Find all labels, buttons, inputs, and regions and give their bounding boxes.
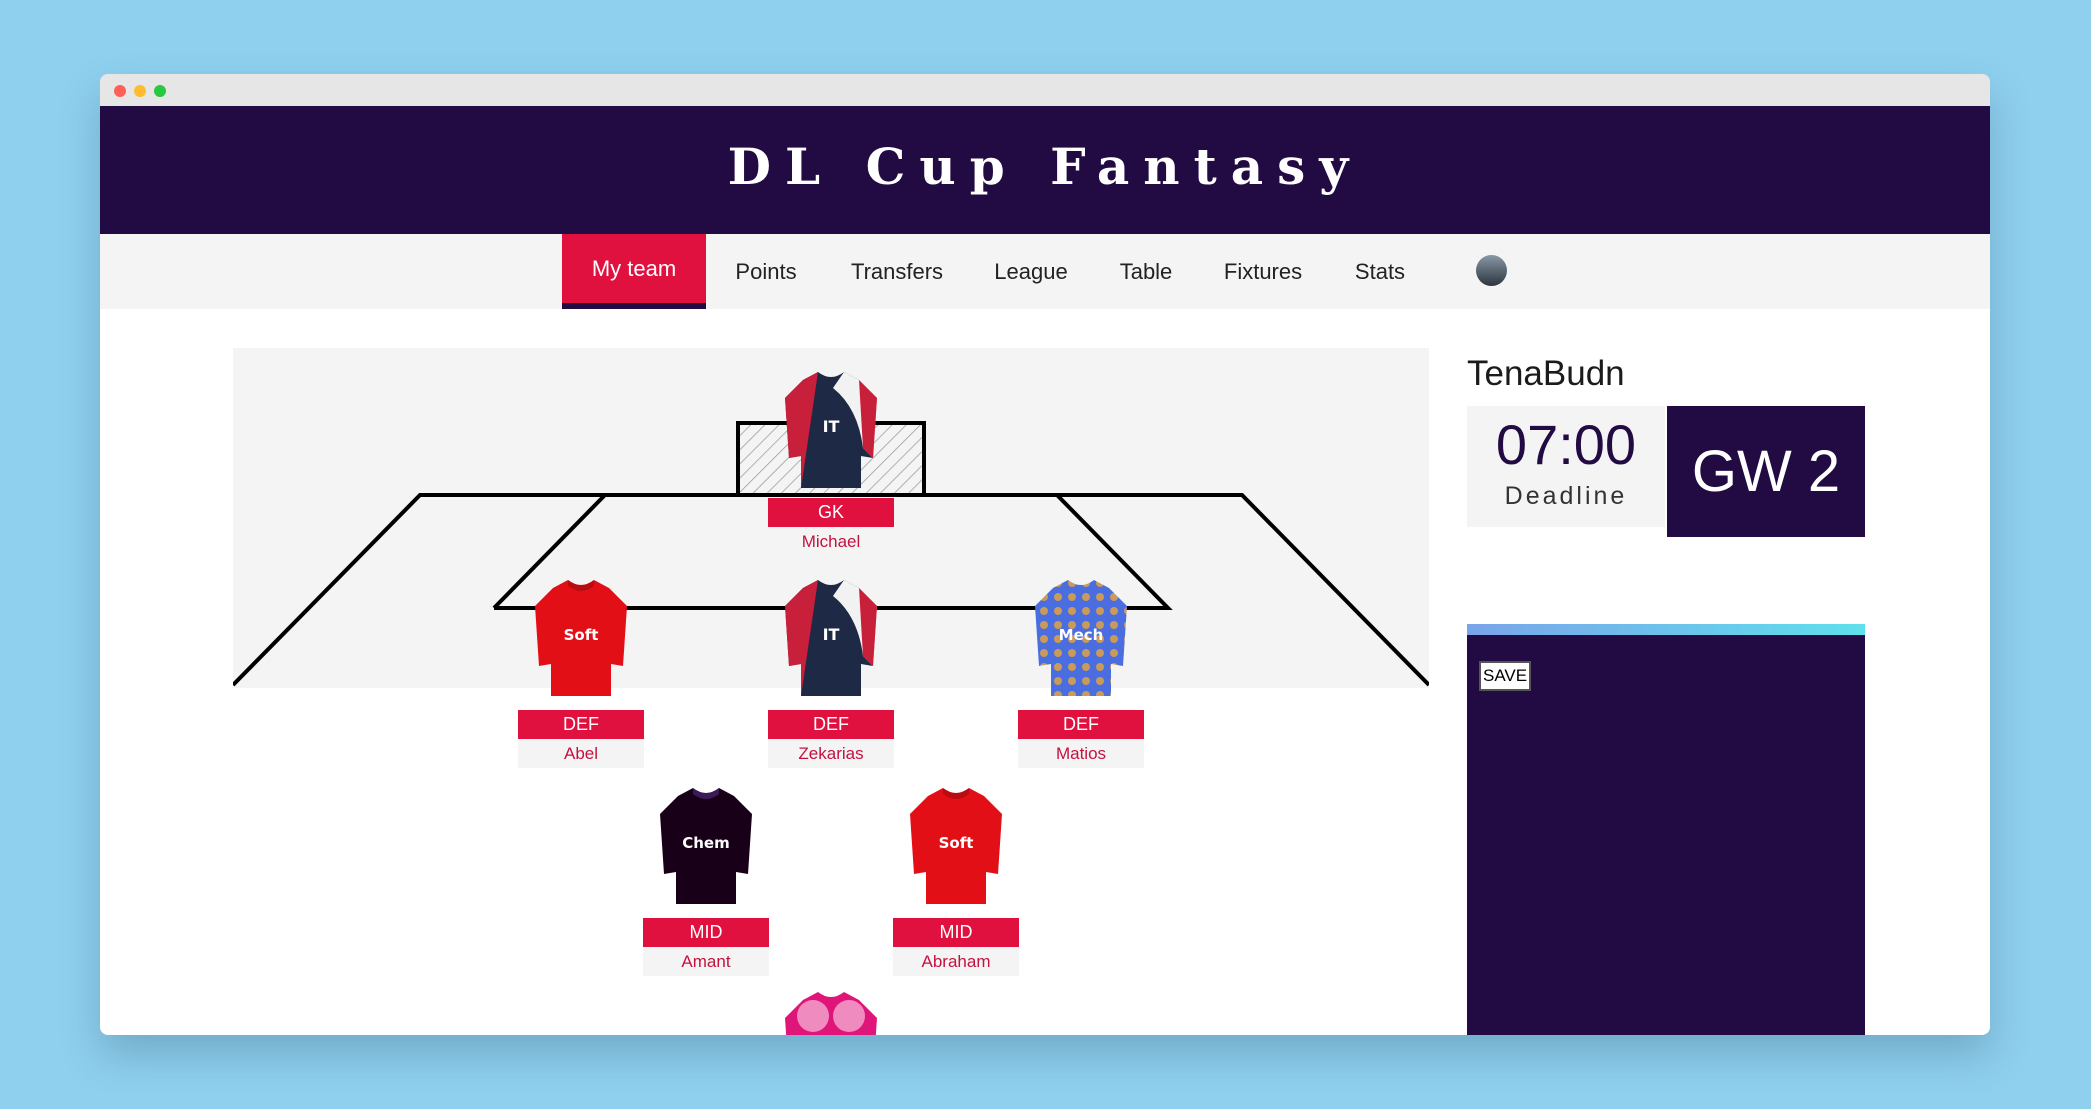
jersey-icon: IT [773,576,889,705]
nav-item-transfers[interactable]: Transfers [837,234,957,309]
close-window-button[interactable] [114,85,126,97]
maximize-window-button[interactable] [154,85,166,97]
nav-item-league[interactable]: League [978,234,1084,309]
jersey-icon: Mech [1023,576,1139,705]
player-name: Matios [1018,739,1144,768]
main-nav: My team Points Transfers League Table Fi… [100,234,1990,309]
panel-accent-bar [1467,624,1865,635]
site-header: DL Cup Fantasy [100,106,1990,234]
site-title: DL Cup Fantasy [727,136,1363,196]
user-avatar[interactable] [1476,255,1507,286]
team-panel: SAVE [1467,624,1865,1035]
jersey-label: Mech [1059,626,1104,644]
deadline-label: Deadline [1504,482,1628,510]
team-name: TenaBudn [1467,354,1625,393]
player-position: MID [643,918,769,947]
nav-item-table[interactable]: Table [1105,234,1187,309]
player-name: Michael [768,527,894,556]
nav-item-stats[interactable]: Stats [1335,234,1425,309]
nav-item-my-team[interactable]: My team [562,234,706,309]
player-name: Abel [518,739,644,768]
deadline-box: 07:00 Deadline [1467,406,1665,527]
jersey-label: Chem [682,834,730,852]
player-position: GK [768,498,894,527]
jersey-label: IT [823,417,840,436]
jersey-label: IT [823,625,840,644]
nav-item-fixtures[interactable]: Fixtures [1210,234,1316,309]
jersey-label: Soft [939,834,974,852]
gameweek-badge: GW 2 [1667,406,1865,537]
jersey-icon: Chem [648,784,764,913]
browser-window: DL Cup Fantasy My team Points Transfers … [100,74,1990,1035]
player-name: Zekarias [768,739,894,768]
player-position: MID [893,918,1019,947]
player-name: Amant [643,947,769,976]
jersey-label: Soft [564,626,599,644]
player-position: DEF [1018,710,1144,739]
jersey-icon: Soft [898,784,1014,913]
player-position: DEF [518,710,644,739]
jersey-icon: Soft [523,576,639,705]
minimize-window-button[interactable] [134,85,146,97]
window-titlebar [100,74,1990,106]
player-position: DEF [768,710,894,739]
nav-item-points[interactable]: Points [718,234,814,309]
save-button[interactable]: SAVE [1479,661,1532,691]
pitch: IT GK Michael Soft DEF Abel IT DEF Zekar… [233,348,1429,1035]
jersey-icon [773,988,889,1035]
deadline-time: 07:00 [1495,413,1637,476]
jersey-icon: IT [773,368,889,497]
player-name: Abraham [893,947,1019,976]
